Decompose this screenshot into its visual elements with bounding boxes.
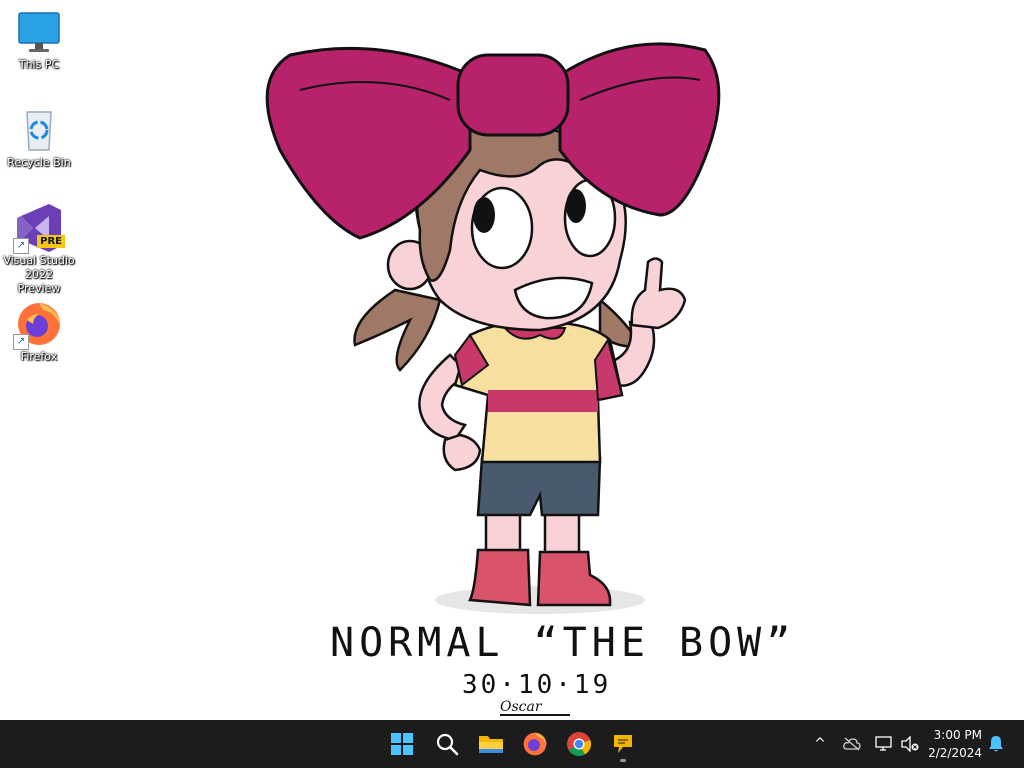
desktop-icon-label: This PC: [18, 58, 60, 71]
notifications-button[interactable]: [984, 720, 1008, 768]
search-button[interactable]: [427, 724, 467, 764]
monitor-icon: [15, 8, 63, 56]
wallpaper-caption: NORMAL “THE BOW”: [330, 620, 796, 666]
search-icon: [436, 733, 459, 756]
desktop-icon-firefox[interactable]: ↗ Firefox: [2, 300, 76, 364]
network-status-button[interactable]: [872, 720, 896, 768]
shortcut-arrow-icon: ↗: [13, 238, 29, 254]
desktop-icon-recycle-bin[interactable]: Recycle Bin: [2, 106, 76, 170]
wallpaper-artwork: [265, 42, 721, 614]
chevron-up-icon: ^: [814, 736, 826, 752]
chrome-button[interactable]: [559, 724, 599, 764]
folder-icon: [479, 736, 503, 753]
cloud-off-icon: [843, 737, 861, 751]
firefox-icon: ↗: [13, 300, 63, 350]
shortcut-arrow-icon: ↗: [13, 334, 29, 350]
active-app-indicator: [620, 759, 626, 762]
show-hidden-icons-button[interactable]: ^: [808, 720, 832, 768]
clock-date: 2/2/2024: [928, 746, 982, 760]
firefox-icon: [523, 732, 547, 756]
artist-signature: Oscar: [500, 700, 570, 716]
chat-app-button[interactable]: [603, 724, 643, 764]
taskbar: ^ 3:00 PM 2/2/2024: [0, 720, 1024, 768]
desktop-icon-visual-studio[interactable]: PRE ↗ Visual Studio 2022 Preview: [2, 204, 76, 296]
desktop-icon-label: Firefox: [20, 350, 58, 363]
chat-bubble-icon: [614, 735, 632, 753]
onedrive-status-button[interactable]: [840, 720, 864, 768]
windows-start-icon: [391, 733, 413, 755]
visual-studio-icon: PRE ↗: [13, 204, 65, 254]
bell-icon: [989, 736, 1003, 752]
firefox-taskbar-button[interactable]: [515, 724, 555, 764]
desktop-icon-this-pc[interactable]: This PC: [2, 8, 76, 72]
chrome-icon: [567, 732, 592, 757]
clock-time: 3:00 PM: [933, 728, 982, 742]
start-button[interactable]: [382, 724, 422, 764]
wallpaper-date: 30·10·19: [462, 670, 612, 700]
file-explorer-button[interactable]: [471, 724, 511, 764]
desktop-icon-label: Recycle Bin: [7, 156, 71, 169]
desktop-icon-label: Visual Studio 2022 Preview: [3, 254, 75, 295]
recycle-bin-icon: [15, 106, 63, 154]
preview-badge: PRE: [37, 235, 65, 248]
network-icon: [875, 736, 892, 751]
system-clock[interactable]: 3:00 PM 2/2/2024: [916, 726, 982, 762]
